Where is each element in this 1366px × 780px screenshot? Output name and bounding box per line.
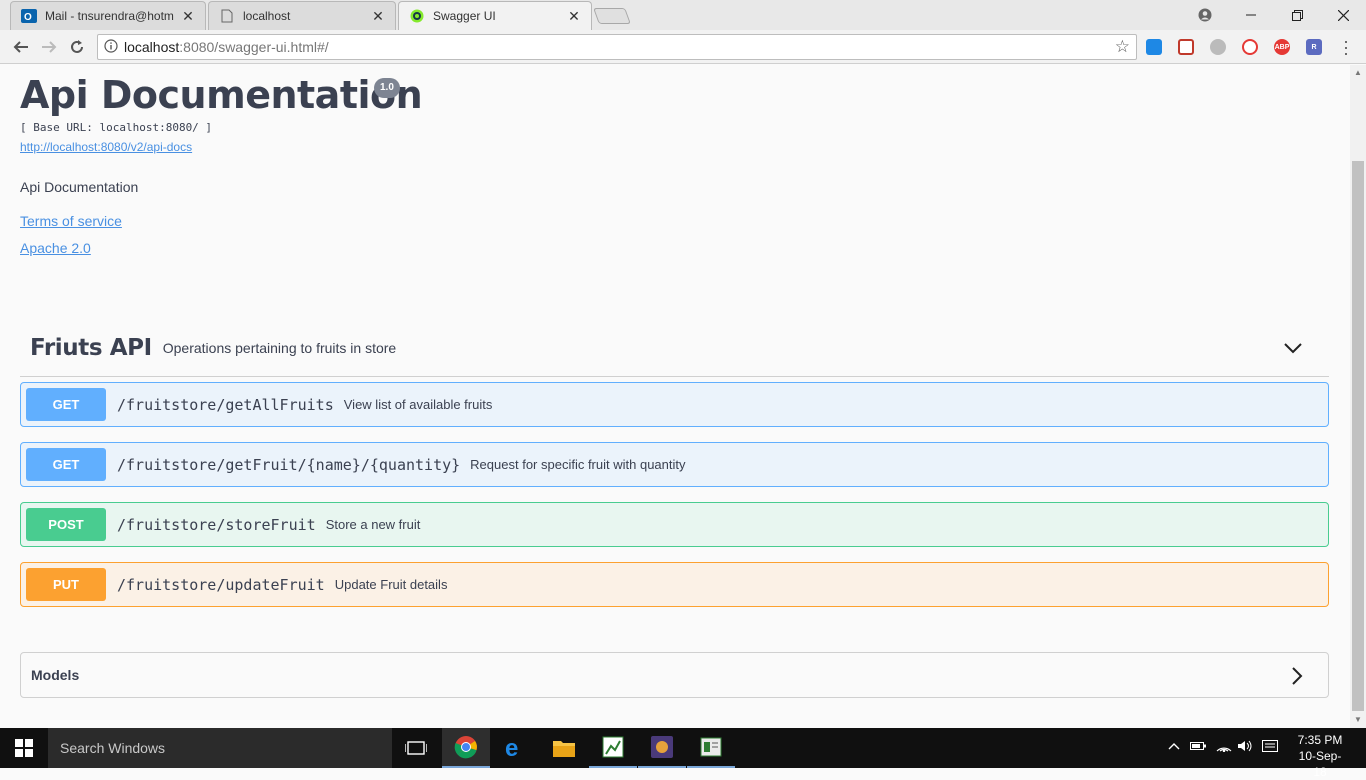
minimize-button[interactable] [1228,0,1274,30]
chrome-menu-icon[interactable]: · · · [1340,32,1352,62]
tag-description: Operations pertaining to fruits in store [162,340,397,356]
tab-localhost[interactable]: localhost ✕ [208,1,396,30]
info-icon[interactable] [98,38,124,56]
tag-section-header[interactable]: Friuts API Operations pertaining to frui… [20,320,1329,377]
operation-summary: Request for specific fruit with quantity [470,457,686,472]
new-tab-button[interactable] [593,8,631,24]
notifications-icon[interactable] [1262,740,1278,757]
browser-tab-strip: O Mail - tnsurendra@hotm ✕ localhost ✕ S… [0,0,1366,30]
tab-mail[interactable]: O Mail - tnsurendra@hotm ✕ [10,1,206,30]
svg-text:e: e [505,737,518,759]
api-docs-link[interactable]: http://localhost:8080/v2/api-docs [20,140,192,154]
close-tab-icon[interactable]: ✕ [181,9,195,23]
bookmark-star-icon[interactable]: ☆ [1115,37,1130,57]
chrome-taskbar-icon[interactable] [442,728,490,768]
scroll-down-arrow-icon[interactable]: ▼ [1350,712,1366,728]
outlook-icon: O [21,8,37,24]
clock-date: 10-Sep-18 [1298,749,1342,779]
tab-title: Swagger UI [433,9,496,23]
url-path: :8080/swagger-ui.html#/ [179,39,329,55]
app-taskbar-icon[interactable] [687,728,735,768]
back-button[interactable] [8,35,34,59]
restore-button[interactable] [1274,0,1320,30]
swagger-icon [409,8,425,24]
app-taskbar-icon[interactable] [589,728,637,768]
profile-icon[interactable] [1182,0,1228,30]
operation-path: /fruitstore/getFruit/{name}/{quantity} [117,455,461,474]
method-badge: GET [26,448,106,481]
wifi-icon[interactable] [1216,740,1232,755]
file-explorer-icon[interactable] [540,728,588,768]
operation-path: /fruitstore/storeFruit [117,515,316,534]
page-title: Api Documentation [20,73,423,117]
tab-swagger[interactable]: Swagger UI ✕ [398,1,592,30]
operation-summary: Store a new fruit [325,517,421,532]
tab-title: localhost [243,9,291,23]
operation-path: /fruitstore/getAllFruits [117,395,334,414]
operation-path: /fruitstore/updateFruit [117,575,325,594]
operation-get-all-fruits[interactable]: GET /fruitstore/getAllFruits View list o… [20,382,1329,427]
extension-icon[interactable] [1242,39,1258,55]
method-badge: PUT [26,568,106,601]
extension-icon[interactable] [1210,39,1226,55]
volume-icon[interactable] [1238,740,1254,755]
clock-time: 7:35 PM [1297,733,1343,747]
operation-summary: View list of available fruits [343,397,493,412]
taskbar-clock[interactable]: 7:35 PM 10-Sep-18 [1292,732,1348,780]
scroll-up-arrow-icon[interactable]: ▲ [1350,65,1366,81]
api-description: Api Documentation [20,179,139,195]
operation-get-fruit[interactable]: GET /fruitstore/getFruit/{name}/{quantit… [20,442,1329,487]
method-badge: POST [26,508,106,541]
task-view-icon[interactable] [392,728,440,768]
page-scrollbar[interactable]: ▲ ▼ [1350,65,1366,728]
browser-toolbar: localhost:8080/swagger-ui.html#/ ☆ ABP R… [0,30,1366,64]
app-taskbar-icon[interactable] [638,728,686,768]
windows-start-icon[interactable] [0,728,48,768]
url-host: localhost [124,39,180,55]
operation-store-fruit[interactable]: POST /fruitstore/storeFruit Store a new … [20,502,1329,547]
edge-taskbar-icon[interactable]: e [491,728,539,768]
page-icon [219,8,235,24]
chevron-up-icon[interactable] [1168,740,1180,755]
close-window-button[interactable] [1320,0,1366,30]
pocket-icon[interactable] [1178,39,1194,55]
operation-update-fruit[interactable]: PUT /fruitstore/updateFruit Update Fruit… [20,562,1329,607]
adblock-icon[interactable]: ABP [1274,39,1290,55]
tag-name: Friuts API [30,335,152,361]
scrollbar-thumb[interactable] [1352,161,1364,711]
swagger-page: Api Documentation 1.0 [ Base URL: localh… [0,65,1350,728]
method-badge: GET [26,388,106,421]
terms-of-service-link[interactable]: Terms of service [20,213,122,229]
chevron-down-icon[interactable] [1283,338,1303,358]
license-link[interactable]: Apache 2.0 [20,240,91,256]
windows-taskbar: Search Windows e 7:35 PM 10-Sep-18 [0,728,1366,779]
extension-icon[interactable]: R [1306,39,1322,55]
tab-title: Mail - tnsurendra@hotm [45,9,174,23]
extension-icon[interactable] [1146,39,1162,55]
operation-summary: Update Fruit details [334,577,448,592]
chevron-right-icon[interactable] [1288,666,1306,686]
forward-button[interactable] [36,35,62,59]
svg-text:O: O [24,12,32,23]
models-title: Models [31,667,80,683]
close-tab-icon[interactable]: ✕ [567,9,581,23]
address-bar[interactable]: localhost:8080/swagger-ui.html#/ ☆ [97,34,1137,60]
version-badge: 1.0 [374,78,400,98]
taskbar-search-box[interactable]: Search Windows [48,728,392,768]
models-section[interactable]: Models [20,652,1329,698]
base-url: [ Base URL: localhost:8080/ ] [20,121,213,134]
reload-button[interactable] [64,35,90,59]
battery-icon[interactable] [1190,740,1206,755]
close-tab-icon[interactable]: ✕ [371,9,385,23]
